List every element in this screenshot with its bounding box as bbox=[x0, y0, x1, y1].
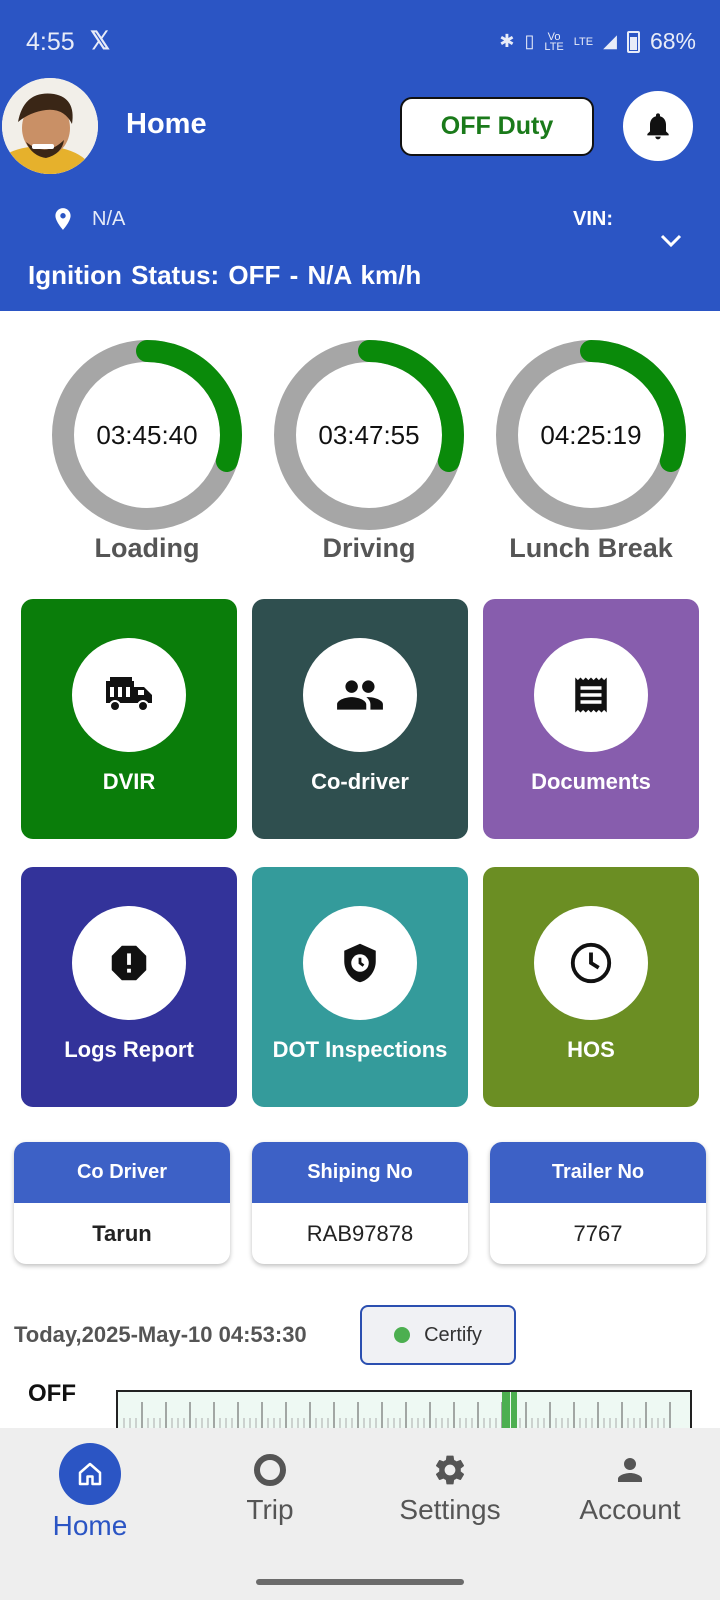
alert-octagon-icon bbox=[111, 945, 147, 981]
timer-label-lunch-break: Lunch Break bbox=[509, 533, 673, 563]
vin-label: VIN: bbox=[573, 208, 613, 230]
tile-label: DOT Inspections bbox=[272, 1037, 448, 1062]
signal-icon: ◢ bbox=[603, 31, 617, 51]
timer-ring-lunch-break: 04:25:19 bbox=[496, 340, 686, 530]
tile-label: Co-driver bbox=[311, 769, 409, 794]
gear-icon bbox=[435, 1455, 465, 1485]
nav-label: Home bbox=[52, 1510, 128, 1541]
nav-settings[interactable]: Settings bbox=[360, 1428, 540, 1568]
log-graph bbox=[116, 1390, 692, 1430]
bluetooth-icon: ✱ bbox=[499, 31, 515, 51]
info-card-header: Trailer No bbox=[490, 1142, 706, 1203]
duty-segment bbox=[511, 1392, 517, 1430]
nav-label: Account bbox=[579, 1494, 681, 1525]
gesture-bar bbox=[256, 1579, 464, 1585]
tile-label: HOS bbox=[567, 1037, 615, 1062]
info-card-value: RAB97878 bbox=[306, 1220, 414, 1246]
people-icon bbox=[337, 680, 383, 710]
tile-label: DVIR bbox=[102, 769, 156, 794]
nav-trip[interactable]: Trip bbox=[180, 1428, 360, 1568]
app-header: 4:55 𝕏 ✱ ▯ Vo LTE LTE ◢ 68% Home OFF Duty… bbox=[0, 0, 720, 311]
timer-ring-loading: 03:45:40 bbox=[52, 340, 242, 530]
info-card-header: Shiping No bbox=[252, 1142, 468, 1203]
bottom-nav: Home Trip Settings Account bbox=[0, 1428, 720, 1600]
log-date: Today,2025-May-10 04:53:30 bbox=[14, 1322, 307, 1347]
certify-label: Certify bbox=[424, 1323, 482, 1346]
timer-label-driving: Driving bbox=[322, 533, 416, 563]
location-text: N/A bbox=[92, 208, 126, 230]
status-dot-icon bbox=[394, 1327, 411, 1343]
status-time: 4:55 bbox=[26, 28, 75, 56]
info-card-co-driver: Co Driver Tarun bbox=[14, 1142, 230, 1264]
certify-button[interactable]: Certify bbox=[360, 1305, 516, 1365]
tile-co-driver[interactable]: Co-driver bbox=[252, 599, 468, 839]
nav-home[interactable]: Home bbox=[0, 1428, 180, 1568]
duty-segment bbox=[502, 1392, 510, 1430]
timer-value: 03:45:40 bbox=[96, 419, 198, 450]
page-title: Home bbox=[126, 108, 207, 140]
shield-clock-icon bbox=[344, 943, 376, 983]
info-card-value: 7767 bbox=[573, 1220, 623, 1246]
nav-label: Trip bbox=[246, 1494, 294, 1525]
info-card-shipping-no: Shiping No RAB97878 bbox=[252, 1142, 468, 1264]
nav-label: Settings bbox=[399, 1494, 501, 1525]
timer-value: 04:25:19 bbox=[540, 419, 642, 450]
x-app-icon: 𝕏 bbox=[90, 27, 111, 55]
duty-row-label: OFF bbox=[28, 1380, 76, 1407]
battery-icon bbox=[626, 30, 640, 53]
info-card-header: Co Driver bbox=[14, 1142, 230, 1203]
nav-account[interactable]: Account bbox=[540, 1428, 720, 1568]
bell-icon bbox=[647, 113, 669, 140]
tile-label: Logs Report bbox=[64, 1037, 194, 1062]
tile-logs-report[interactable]: Logs Report bbox=[21, 867, 237, 1107]
tile-hos[interactable]: HOS bbox=[483, 867, 699, 1107]
person-icon bbox=[618, 1458, 642, 1482]
timer-ring-driving: 03:47:55 bbox=[274, 340, 464, 530]
receipt-icon bbox=[575, 677, 607, 713]
info-card-value: Tarun bbox=[92, 1220, 152, 1246]
tile-dvir[interactable]: DVIR bbox=[21, 599, 237, 839]
chevron-down-icon[interactable] bbox=[660, 234, 682, 248]
home-icon bbox=[78, 1462, 102, 1486]
status-bar: 4:55 𝕏 ✱ ▯ Vo LTE LTE ◢ 68% bbox=[0, 0, 720, 80]
tile-label: Documents bbox=[531, 769, 651, 794]
timer-label-loading: Loading bbox=[94, 533, 200, 563]
tile-dot-inspections[interactable]: DOT Inspections bbox=[252, 867, 468, 1107]
circle-icon bbox=[254, 1454, 286, 1486]
notifications-button[interactable] bbox=[623, 91, 693, 161]
volte-icon: Vo LTE bbox=[544, 30, 564, 53]
ignition-status: Ignition Status: OFF - N/A km/h bbox=[28, 260, 422, 290]
vibrate-icon: ▯ bbox=[524, 31, 535, 51]
duty-status-button[interactable]: OFF Duty bbox=[400, 97, 594, 156]
battery-percent: 68% bbox=[649, 28, 696, 54]
fire-truck-icon bbox=[106, 677, 152, 712]
info-card-trailer-no: Trailer No 7767 bbox=[490, 1142, 706, 1264]
timer-value: 03:47:55 bbox=[318, 419, 420, 450]
avatar[interactable] bbox=[2, 78, 98, 174]
status-indicators: ✱ ▯ Vo LTE LTE ◢ 68% bbox=[499, 28, 696, 55]
location-pin-icon bbox=[55, 208, 71, 230]
clock-icon bbox=[570, 942, 612, 984]
tile-documents[interactable]: Documents bbox=[483, 599, 699, 839]
lte-signal-label: LTE bbox=[573, 35, 594, 48]
